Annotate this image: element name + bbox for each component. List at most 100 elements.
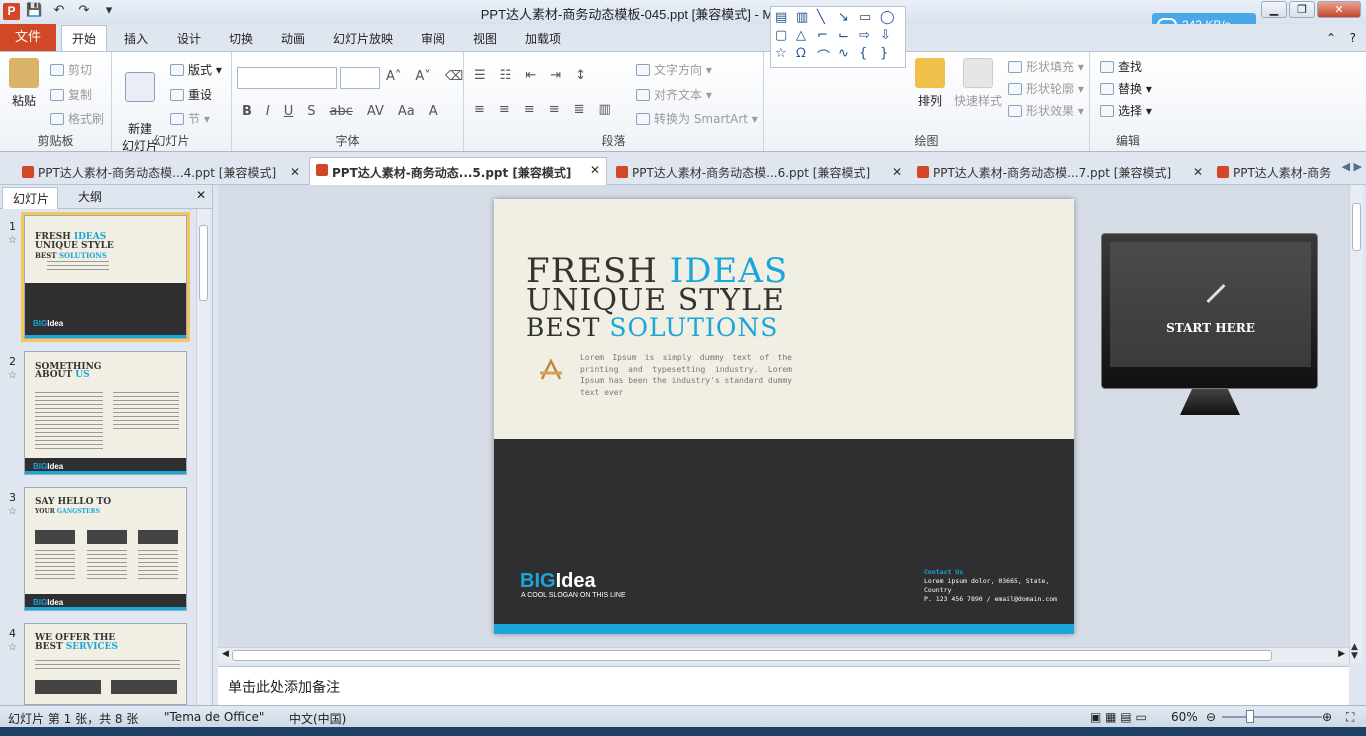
font-size-combo[interactable]: [340, 67, 380, 89]
freeform-shape-icon[interactable]: ∿: [838, 46, 856, 65]
close-tab-icon[interactable]: ✕: [1193, 165, 1203, 179]
tab-slides[interactable]: 幻灯片: [2, 187, 58, 209]
font-name-combo[interactable]: [237, 67, 337, 89]
tab-animations[interactable]: 动画: [281, 30, 305, 47]
arrow-line-shape-icon[interactable]: ↘: [838, 10, 856, 25]
doc-tab-5[interactable]: PPT达人素材-商务动态...5.ppt [兼容模式] ✕: [309, 157, 607, 186]
slide-thumbnail-4[interactable]: WE OFFER THE BEST SERVICES: [24, 623, 187, 705]
doc-tab-6[interactable]: PPT达人素材-商务动态模...6.ppt [兼容模式] ✕: [610, 160, 908, 185]
down-arrow-shape-icon[interactable]: ⇩: [880, 28, 898, 43]
grow-font-icon[interactable]: A˄: [386, 69, 401, 84]
quick-styles-button[interactable]: 快速样式: [952, 58, 1004, 109]
clear-format-icon[interactable]: ⌫: [445, 69, 463, 84]
paste-button[interactable]: 粘贴: [6, 58, 42, 109]
close-tab-icon[interactable]: ✕: [892, 165, 902, 179]
callout-shape-icon[interactable]: ᘯ: [796, 46, 814, 65]
select-button[interactable]: 选择 ▾: [1100, 102, 1152, 119]
slide-vertical-scrollbar[interactable]: ▲ ▼: [1349, 185, 1363, 663]
scroll-right-icon[interactable]: ▶: [1338, 649, 1345, 659]
slide-slogan[interactable]: A COOL SLOGAN ON THIS LINE: [521, 592, 626, 599]
tab-design[interactable]: 设计: [177, 30, 201, 47]
arrange-button[interactable]: 排列: [912, 58, 948, 109]
layout-button[interactable]: 版式 ▾: [170, 61, 222, 78]
textbox-shape-icon[interactable]: ▤: [775, 10, 793, 25]
triangle-shape-icon[interactable]: △: [796, 28, 814, 43]
close-tab-icon[interactable]: ✕: [590, 163, 600, 177]
tab-home[interactable]: 开始: [61, 25, 108, 52]
notes-pane[interactable]: 单击此处添加备注: [218, 666, 1349, 706]
monitor-graphic[interactable]: START HERE: [1101, 233, 1318, 389]
curve-shape-icon[interactable]: ⌒: [817, 46, 835, 65]
change-case-icon[interactable]: Aa: [398, 104, 415, 119]
distributed-icon[interactable]: ≣: [574, 102, 585, 117]
replace-button[interactable]: 替换 ▾: [1100, 80, 1152, 97]
shapes-gallery[interactable]: ▤ ▥ ╲ ↘ ▭ ◯ ▢ △ ⌐ ⌙ ⇨ ⇩ ☆ ᘯ ⌒ ∿{}: [770, 6, 906, 68]
align-center-icon[interactable]: ≡: [499, 102, 510, 117]
shadow-icon[interactable]: S: [307, 104, 315, 119]
prev-next-slide-icon[interactable]: ▲ ▼: [1351, 643, 1358, 661]
oval-shape-icon[interactable]: ◯: [880, 10, 898, 25]
align-left-icon[interactable]: ≡: [474, 102, 485, 117]
zoom-slider[interactable]: [1222, 716, 1322, 718]
view-buttons[interactable]: ▣ ▦ ▤ ▭: [1090, 710, 1147, 724]
tab-view[interactable]: 视图: [473, 30, 497, 47]
slide-title-line3[interactable]: BEST SOLUTIONS: [526, 313, 778, 342]
thumbnail-scrollbar[interactable]: [196, 209, 210, 705]
shape-fill-button[interactable]: 形状填充 ▾: [1008, 58, 1084, 75]
close-button[interactable]: ✕: [1317, 1, 1361, 18]
minimize-button[interactable]: ▁: [1261, 1, 1287, 18]
line-spacing-icon[interactable]: ↕: [575, 68, 586, 83]
line-shape-icon[interactable]: ╲: [817, 10, 835, 25]
tab-outline[interactable]: 大纲: [78, 188, 102, 205]
tab-file[interactable]: 文件: [0, 24, 56, 51]
zoom-level[interactable]: 60%: [1171, 710, 1198, 724]
right-brace-shape-icon[interactable]: }: [880, 46, 898, 65]
numbering-icon[interactable]: ☷: [500, 68, 512, 83]
rounded-rect-shape-icon[interactable]: ▢: [775, 28, 793, 43]
elbow-arrow-shape-icon[interactable]: ⌙: [838, 28, 856, 43]
star-shape-icon[interactable]: ☆: [775, 46, 793, 65]
restore-button[interactable]: ❐: [1289, 1, 1315, 18]
text-direction-button[interactable]: 文字方向 ▾: [636, 61, 712, 78]
help-icon[interactable]: ?: [1350, 31, 1356, 45]
underline-icon[interactable]: U: [284, 104, 294, 119]
decrease-indent-icon[interactable]: ⇤: [525, 68, 536, 83]
right-arrow-shape-icon[interactable]: ⇨: [859, 28, 877, 43]
doc-tab-7[interactable]: PPT达人素材-商务动态模...7.ppt [兼容模式] ✕: [911, 160, 1209, 185]
tab-review[interactable]: 审阅: [421, 30, 445, 47]
left-brace-shape-icon[interactable]: {: [859, 46, 877, 65]
doc-tab-8[interactable]: PPT达人素材-商务: [1211, 160, 1337, 185]
close-tab-icon[interactable]: ✕: [290, 165, 300, 179]
convert-smartart-button[interactable]: 转换为 SmartArt ▾: [636, 110, 758, 127]
close-panel-icon[interactable]: ✕: [196, 188, 206, 202]
format-painter-button[interactable]: 格式刷: [50, 110, 104, 127]
reset-button[interactable]: 重设: [170, 86, 212, 103]
bullets-icon[interactable]: ☰: [474, 68, 486, 83]
align-right-icon[interactable]: ≡: [524, 102, 535, 117]
justify-icon[interactable]: ≡: [549, 102, 560, 117]
shape-effects-button[interactable]: 形状效果 ▾: [1008, 102, 1084, 119]
slide-contact-block[interactable]: Contact Us Lorem ipsum dolor, 03665, Sta…: [924, 568, 1064, 604]
cut-button[interactable]: 剪切: [50, 61, 92, 78]
slide-logo[interactable]: BIGIdea: [520, 570, 596, 593]
align-text-button[interactable]: 对齐文本 ▾: [636, 86, 712, 103]
slide-horizontal-scrollbar[interactable]: ◀ ▶: [218, 647, 1349, 663]
strikethrough-icon[interactable]: abc: [330, 104, 353, 119]
char-spacing-icon[interactable]: AV: [367, 104, 384, 119]
italic-icon[interactable]: I: [266, 104, 270, 119]
ribbon-minimize-icon[interactable]: ⌃: [1326, 31, 1336, 45]
tab-insert[interactable]: 插入: [124, 30, 148, 47]
doc-tab-4[interactable]: PPT达人素材-商务动态模...4.ppt [兼容模式] ✕: [16, 160, 306, 185]
copy-button[interactable]: 复制: [50, 86, 92, 103]
vertical-textbox-shape-icon[interactable]: ▥: [796, 10, 814, 25]
zoom-in-icon[interactable]: ⊕: [1322, 710, 1332, 724]
font-color-icon[interactable]: A: [429, 104, 438, 119]
increase-indent-icon[interactable]: ⇥: [550, 68, 561, 83]
zoom-out-icon[interactable]: ⊖: [1206, 710, 1216, 724]
elbow-connector-shape-icon[interactable]: ⌐: [817, 28, 835, 43]
language[interactable]: 中文(中国): [289, 710, 346, 727]
slide-thumbnail-2[interactable]: SOMETHING ABOUT US BIGIdea: [24, 351, 187, 475]
shrink-font-icon[interactable]: A˅: [415, 69, 430, 84]
slide-body-text[interactable]: Lorem Ipsum is simply dummy text of the …: [580, 352, 792, 398]
slide-thumbnail-1[interactable]: FRESH IDEAS UNIQUE STYLE BEST SOLUTIONS …: [21, 212, 190, 342]
